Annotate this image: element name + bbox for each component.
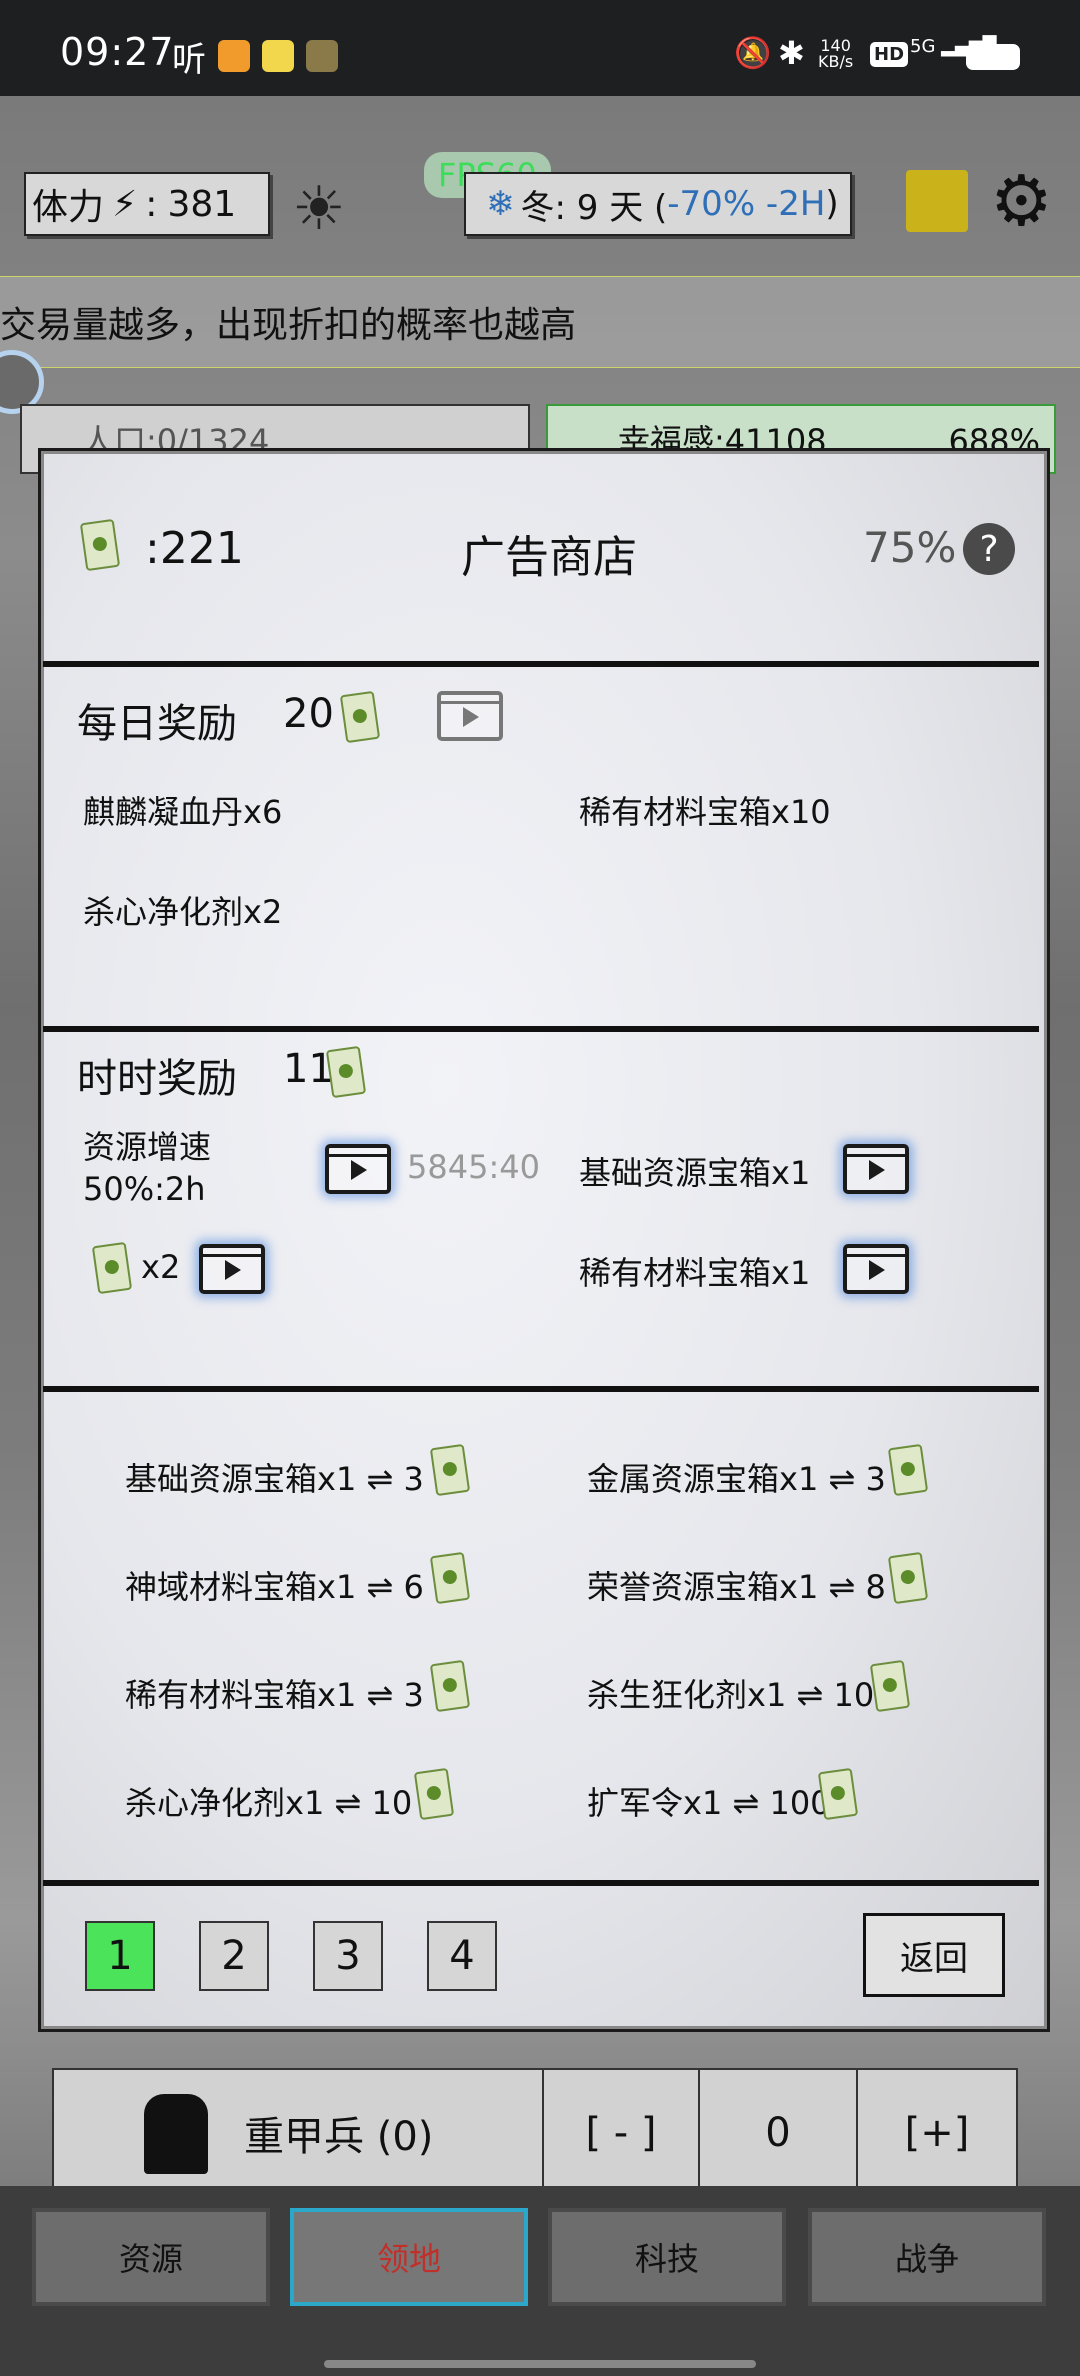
page-button-3[interactable]: 3 bbox=[313, 1921, 383, 1991]
exchange-item[interactable]: 扩军令x1 ⇌ 100 bbox=[587, 1778, 831, 1824]
nav-tab-war[interactable]: 战争 bbox=[808, 2208, 1046, 2306]
bluetooth-icon: ✱ bbox=[778, 34, 805, 72]
help-icon[interactable]: ? bbox=[963, 523, 1015, 575]
app-notification-icon bbox=[218, 40, 250, 72]
back-button[interactable]: 返回 bbox=[863, 1913, 1005, 1997]
exchange-section: 基础资源宝箱x1 ⇌ 3 金属资源宝箱x1 ⇌ 3 神域材料宝箱x1 ⇌ 6 荣… bbox=[43, 1386, 1039, 1886]
decrease-button[interactable]: [ - ] bbox=[542, 2068, 700, 2198]
settings-gear-icon[interactable]: ⚙ bbox=[990, 160, 1053, 242]
daily-count: 20 bbox=[283, 691, 334, 737]
snowflake-icon: ❄ bbox=[486, 184, 515, 224]
exchange-item[interactable]: 荣誉资源宝箱x1 ⇌ 8 bbox=[587, 1562, 886, 1608]
stamina-value: 381 bbox=[167, 183, 237, 225]
hd-badge: HD bbox=[870, 42, 909, 67]
helmet-icon bbox=[144, 2094, 208, 2174]
boost-timer: 5845:40 bbox=[407, 1148, 540, 1186]
ticker: 交易量越多，出现折扣的概率也越高 bbox=[0, 276, 1080, 368]
watch-ad-button[interactable] bbox=[437, 691, 503, 741]
page-button-4[interactable]: 4 bbox=[427, 1921, 497, 1991]
money-icon bbox=[429, 1443, 471, 1497]
money-icon bbox=[325, 1045, 367, 1099]
page-button-2[interactable]: 2 bbox=[199, 1921, 269, 1991]
season-box: ❄ 冬: 9 天 ( -70% -2H ) bbox=[464, 172, 852, 236]
money-icon bbox=[817, 1767, 859, 1821]
exchange-item[interactable]: 杀心净化剂x1 ⇌ 10 bbox=[125, 1778, 412, 1824]
mute-icon: 🔕 bbox=[734, 36, 772, 71]
status-bar: 09:27 听 🔕 ✱ 140KB/s HD 5G ▂▄▆█ bbox=[0, 0, 1080, 96]
ad-shop-dialog: :221 广告商店 75% ? 每日奖励 20 麒麟凝血丹x6 稀有材料宝箱x1… bbox=[38, 448, 1050, 2032]
page-button-1[interactable]: 1 bbox=[85, 1921, 155, 1991]
exchange-item[interactable]: 神域材料宝箱x1 ⇌ 6 bbox=[125, 1562, 424, 1608]
hourly-reward-section: 时时奖励 11 资源增速 50%:2h 5845:40 基础资源宝箱x1 x2 … bbox=[43, 1026, 1039, 1386]
daily-title: 每日奖励 bbox=[77, 701, 237, 747]
rare-box-label: 稀有材料宝箱x1 bbox=[579, 1254, 811, 1292]
stamina-box: 体力 ⚡ : 381 bbox=[24, 172, 270, 236]
increase-button[interactable]: [+] bbox=[856, 2068, 1018, 2198]
basic-box-label: 基础资源宝箱x1 bbox=[579, 1154, 811, 1192]
money-icon bbox=[887, 1443, 929, 1497]
exchange-item[interactable]: 基础资源宝箱x1 ⇌ 3 bbox=[125, 1454, 424, 1500]
home-indicator[interactable] bbox=[324, 2360, 756, 2368]
nav-tab-resources[interactable]: 资源 bbox=[32, 2208, 270, 2306]
watch-ad-rare-box-button[interactable] bbox=[843, 1244, 909, 1294]
money-icon bbox=[79, 518, 121, 572]
nav-tab-territory[interactable]: 领地 bbox=[290, 2208, 528, 2306]
discount-percent: 75% bbox=[863, 523, 957, 572]
net-speed: 140 KB/s bbox=[818, 36, 854, 71]
sun-icon: ☀ bbox=[292, 174, 346, 244]
watch-ad-money-button[interactable] bbox=[199, 1244, 265, 1294]
carrier-label: 听 bbox=[172, 40, 206, 80]
daily-reward-section: 每日奖励 20 麒麟凝血丹x6 稀有材料宝箱x10 杀心净化剂x2 bbox=[43, 661, 1039, 1026]
money-icon bbox=[429, 1551, 471, 1605]
resource-boost-label: 资源增速 50%:2h bbox=[83, 1128, 212, 1208]
watch-ad-basic-box-button[interactable] bbox=[843, 1144, 909, 1194]
dialog-title: 广告商店 bbox=[461, 532, 637, 583]
money-icon bbox=[887, 1551, 929, 1605]
unit-heavy-armor: 重甲兵 (0) bbox=[52, 2068, 544, 2198]
currency-amount: :221 bbox=[145, 523, 244, 574]
nav-tab-technology[interactable]: 科技 bbox=[548, 2208, 786, 2306]
daily-item: 杀心净化剂x2 bbox=[83, 893, 283, 931]
app-notification-icon bbox=[262, 40, 294, 72]
money-icon bbox=[429, 1659, 471, 1713]
money-icon bbox=[91, 1241, 133, 1295]
unit-count: 0 bbox=[698, 2068, 858, 2198]
gift-icon[interactable] bbox=[906, 170, 968, 232]
clock: 09:27 bbox=[60, 30, 175, 74]
watch-ad-boost-button[interactable] bbox=[325, 1144, 391, 1194]
money-icon bbox=[339, 690, 381, 744]
exchange-item[interactable]: 稀有材料宝箱x1 ⇌ 3 bbox=[125, 1670, 424, 1716]
daily-item: 稀有材料宝箱x10 bbox=[579, 793, 831, 831]
exchange-item[interactable]: 金属资源宝箱x1 ⇌ 3 bbox=[587, 1454, 886, 1500]
game-notification-icon bbox=[306, 40, 338, 72]
stamina-label: 体力 bbox=[32, 187, 105, 228]
hourly-title: 时时奖励 bbox=[77, 1056, 237, 1102]
daily-item: 麒麟凝血丹x6 bbox=[83, 793, 283, 831]
money-icon bbox=[413, 1767, 455, 1821]
money-icon bbox=[869, 1659, 911, 1713]
battery-icon bbox=[966, 44, 1020, 70]
lightning-icon: ⚡ bbox=[112, 183, 138, 225]
exchange-item[interactable]: 杀生狂化剂x1 ⇌ 10 bbox=[587, 1670, 874, 1716]
money-x2-label: x2 bbox=[141, 1248, 181, 1286]
